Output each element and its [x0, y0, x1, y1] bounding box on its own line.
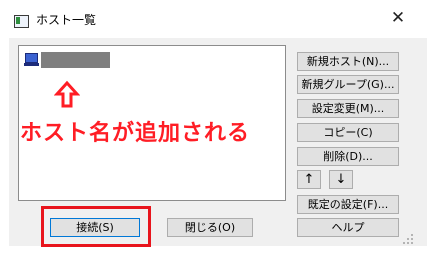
connect-highlight-box — [41, 206, 151, 247]
change-settings-button[interactable]: 設定変更(M)... — [297, 99, 399, 118]
app-icon — [14, 15, 29, 28]
new-group-button[interactable]: 新規グループ(G)... — [297, 75, 399, 94]
close-icon[interactable]: ✕ — [389, 8, 407, 28]
close-button[interactable]: 閉じる(O) — [167, 218, 253, 237]
default-settings-button[interactable]: 既定の設定(F)... — [297, 195, 399, 214]
computer-icon — [24, 53, 39, 67]
resize-grip-icon[interactable] — [403, 234, 413, 244]
delete-button[interactable]: 削除(D)... — [297, 147, 399, 166]
host-name-redacted — [41, 52, 110, 68]
copy-button[interactable]: コピー(C) — [297, 123, 399, 142]
new-host-button[interactable]: 新規ホスト(N)... — [297, 52, 399, 71]
move-down-button[interactable]: ↓ — [329, 170, 353, 189]
annotation-text: ホスト名が追加される — [20, 121, 251, 146]
move-up-button[interactable]: ↑ — [297, 170, 321, 189]
title-bar: ホスト一覧 ✕ — [0, 0, 436, 38]
up-arrow-icon — [54, 80, 80, 108]
help-button[interactable]: ヘルプ — [297, 218, 399, 237]
window-title: ホスト一覧 — [36, 13, 97, 27]
